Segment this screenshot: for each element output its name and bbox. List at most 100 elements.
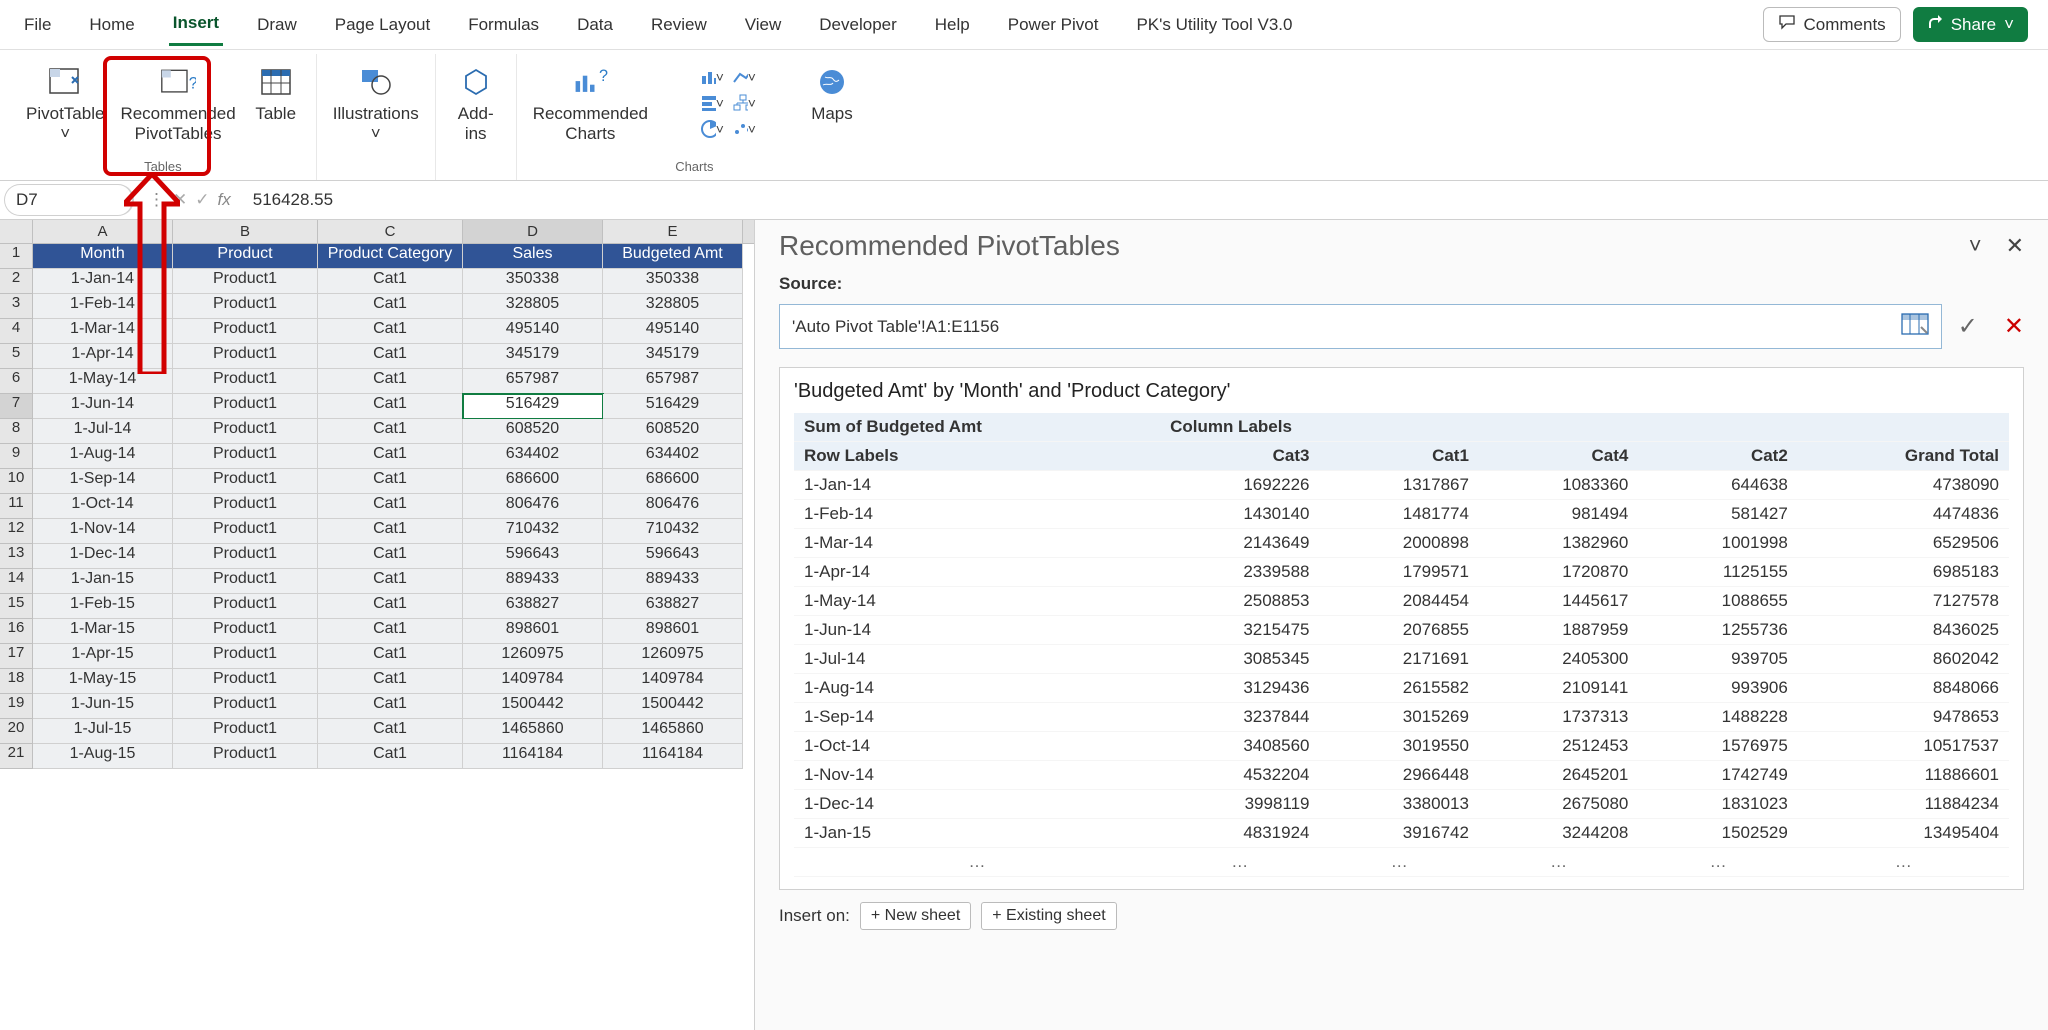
header-cell[interactable]: Product Category <box>318 244 463 269</box>
cell[interactable]: 1-May-15 <box>33 669 173 694</box>
cell[interactable]: Product1 <box>173 394 318 419</box>
row-header[interactable]: 8 <box>0 419 33 444</box>
cell[interactable]: 596643 <box>463 544 603 569</box>
addins-button[interactable]: Add- ins <box>446 58 506 174</box>
cell[interactable]: 898601 <box>603 619 743 644</box>
hierarchy-chart-icon[interactable]: ˅ <box>732 92 756 114</box>
tab-formulas[interactable]: Formulas <box>464 5 543 45</box>
row-header[interactable]: 16 <box>0 619 33 644</box>
cell[interactable]: 345179 <box>463 344 603 369</box>
cell[interactable]: Product1 <box>173 444 318 469</box>
recommended-pivot-button[interactable]: ? Recommended PivotTables <box>114 58 241 159</box>
cell[interactable]: 1-Apr-15 <box>33 644 173 669</box>
pivot-preview[interactable]: 'Budgeted Amt' by 'Month' and 'Product C… <box>779 367 2024 890</box>
chart-gallery[interactable]: ˅ ˅ ˅ ˅ ˅ ˅ <box>658 58 798 159</box>
row-header[interactable]: 1 <box>0 244 33 269</box>
cell[interactable]: 516429 <box>463 394 603 419</box>
header-cell[interactable]: Product <box>173 244 318 269</box>
cell[interactable]: 1-Jan-14 <box>33 269 173 294</box>
comments-button[interactable]: Comments <box>1763 7 1901 42</box>
tab-data[interactable]: Data <box>573 5 617 45</box>
cell[interactable]: 1-Nov-14 <box>33 519 173 544</box>
cell[interactable]: Product1 <box>173 419 318 444</box>
share-button[interactable]: Share ˅ <box>1913 7 2028 42</box>
cell[interactable]: 634402 <box>463 444 603 469</box>
cell[interactable]: Cat1 <box>318 519 463 544</box>
close-icon[interactable]: ✕ <box>2006 233 2024 259</box>
cell[interactable]: Cat1 <box>318 644 463 669</box>
cell[interactable]: 638827 <box>603 594 743 619</box>
row-header[interactable]: 14 <box>0 569 33 594</box>
select-all-corner[interactable] <box>0 220 33 243</box>
cell[interactable]: Cat1 <box>318 619 463 644</box>
name-box[interactable]: D7 <box>4 184 134 216</box>
cell[interactable]: 1260975 <box>603 644 743 669</box>
row-header[interactable]: 18 <box>0 669 33 694</box>
cell[interactable]: 345179 <box>603 344 743 369</box>
dropdown-icon[interactable]: ⋮ <box>148 190 165 210</box>
cell[interactable]: 1260975 <box>463 644 603 669</box>
bar-chart-icon[interactable]: ˅ <box>700 92 724 114</box>
cell[interactable]: 350338 <box>463 269 603 294</box>
cell[interactable]: Product1 <box>173 294 318 319</box>
confirm-source-icon[interactable]: ✓ <box>1958 312 1978 341</box>
row-header[interactable]: 9 <box>0 444 33 469</box>
cell[interactable]: 1164184 <box>463 744 603 769</box>
cell[interactable]: 657987 <box>603 369 743 394</box>
cell[interactable]: 1-May-14 <box>33 369 173 394</box>
cell[interactable]: 1-Feb-15 <box>33 594 173 619</box>
col-header-d[interactable]: D <box>463 220 603 243</box>
row-header[interactable]: 15 <box>0 594 33 619</box>
cell[interactable]: Cat1 <box>318 569 463 594</box>
cell[interactable]: Product1 <box>173 319 318 344</box>
cell[interactable]: Cat1 <box>318 319 463 344</box>
tab-page-layout[interactable]: Page Layout <box>331 5 434 45</box>
cell[interactable]: 1500442 <box>463 694 603 719</box>
cell[interactable]: 1-Dec-14 <box>33 544 173 569</box>
cell[interactable]: 1-Aug-14 <box>33 444 173 469</box>
col-header-b[interactable]: B <box>173 220 318 243</box>
cell[interactable]: 596643 <box>603 544 743 569</box>
row-header[interactable]: 19 <box>0 694 33 719</box>
row-header[interactable]: 10 <box>0 469 33 494</box>
cell[interactable]: 1-Jun-14 <box>33 394 173 419</box>
recommended-charts-button[interactable]: ? Recommended Charts <box>527 58 654 159</box>
cell[interactable]: Cat1 <box>318 669 463 694</box>
cell[interactable]: 889433 <box>463 569 603 594</box>
cell[interactable]: Product1 <box>173 494 318 519</box>
column-chart-icon[interactable]: ˅ <box>700 66 724 88</box>
cell[interactable]: 710432 <box>463 519 603 544</box>
cell[interactable]: 350338 <box>603 269 743 294</box>
cell[interactable]: 1-Apr-14 <box>33 344 173 369</box>
cell[interactable]: 686600 <box>463 469 603 494</box>
row-header[interactable]: 6 <box>0 369 33 394</box>
row-header[interactable]: 21 <box>0 744 33 769</box>
tab-developer[interactable]: Developer <box>815 5 901 45</box>
col-header-a[interactable]: A <box>33 220 173 243</box>
cell[interactable]: 634402 <box>603 444 743 469</box>
cell[interactable]: Product1 <box>173 369 318 394</box>
tab-utility-tool[interactable]: PK's Utility Tool V3.0 <box>1132 5 1296 45</box>
cell[interactable]: 328805 <box>603 294 743 319</box>
cell[interactable]: Cat1 <box>318 494 463 519</box>
tab-power-pivot[interactable]: Power Pivot <box>1004 5 1103 45</box>
cell[interactable]: Cat1 <box>318 394 463 419</box>
cell[interactable]: Product1 <box>173 544 318 569</box>
fx-icon[interactable]: fx <box>218 190 231 210</box>
cell[interactable]: Product1 <box>173 269 318 294</box>
row-header[interactable]: 7 <box>0 394 33 419</box>
cell[interactable]: Product1 <box>173 669 318 694</box>
cell[interactable]: 1409784 <box>603 669 743 694</box>
row-header[interactable]: 13 <box>0 544 33 569</box>
cell[interactable]: 1-Mar-15 <box>33 619 173 644</box>
cell[interactable]: 1-Jul-14 <box>33 419 173 444</box>
cell[interactable]: Cat1 <box>318 294 463 319</box>
new-sheet-button[interactable]: + New sheet <box>860 902 971 930</box>
cell[interactable]: 1-Aug-15 <box>33 744 173 769</box>
illustrations-button[interactable]: Illustrations ˅ <box>327 58 425 174</box>
cell[interactable]: 806476 <box>603 494 743 519</box>
cell[interactable]: 1164184 <box>603 744 743 769</box>
tab-review[interactable]: Review <box>647 5 711 45</box>
col-header-e[interactable]: E <box>603 220 743 243</box>
cancel-source-icon[interactable]: ✕ <box>2004 312 2024 341</box>
